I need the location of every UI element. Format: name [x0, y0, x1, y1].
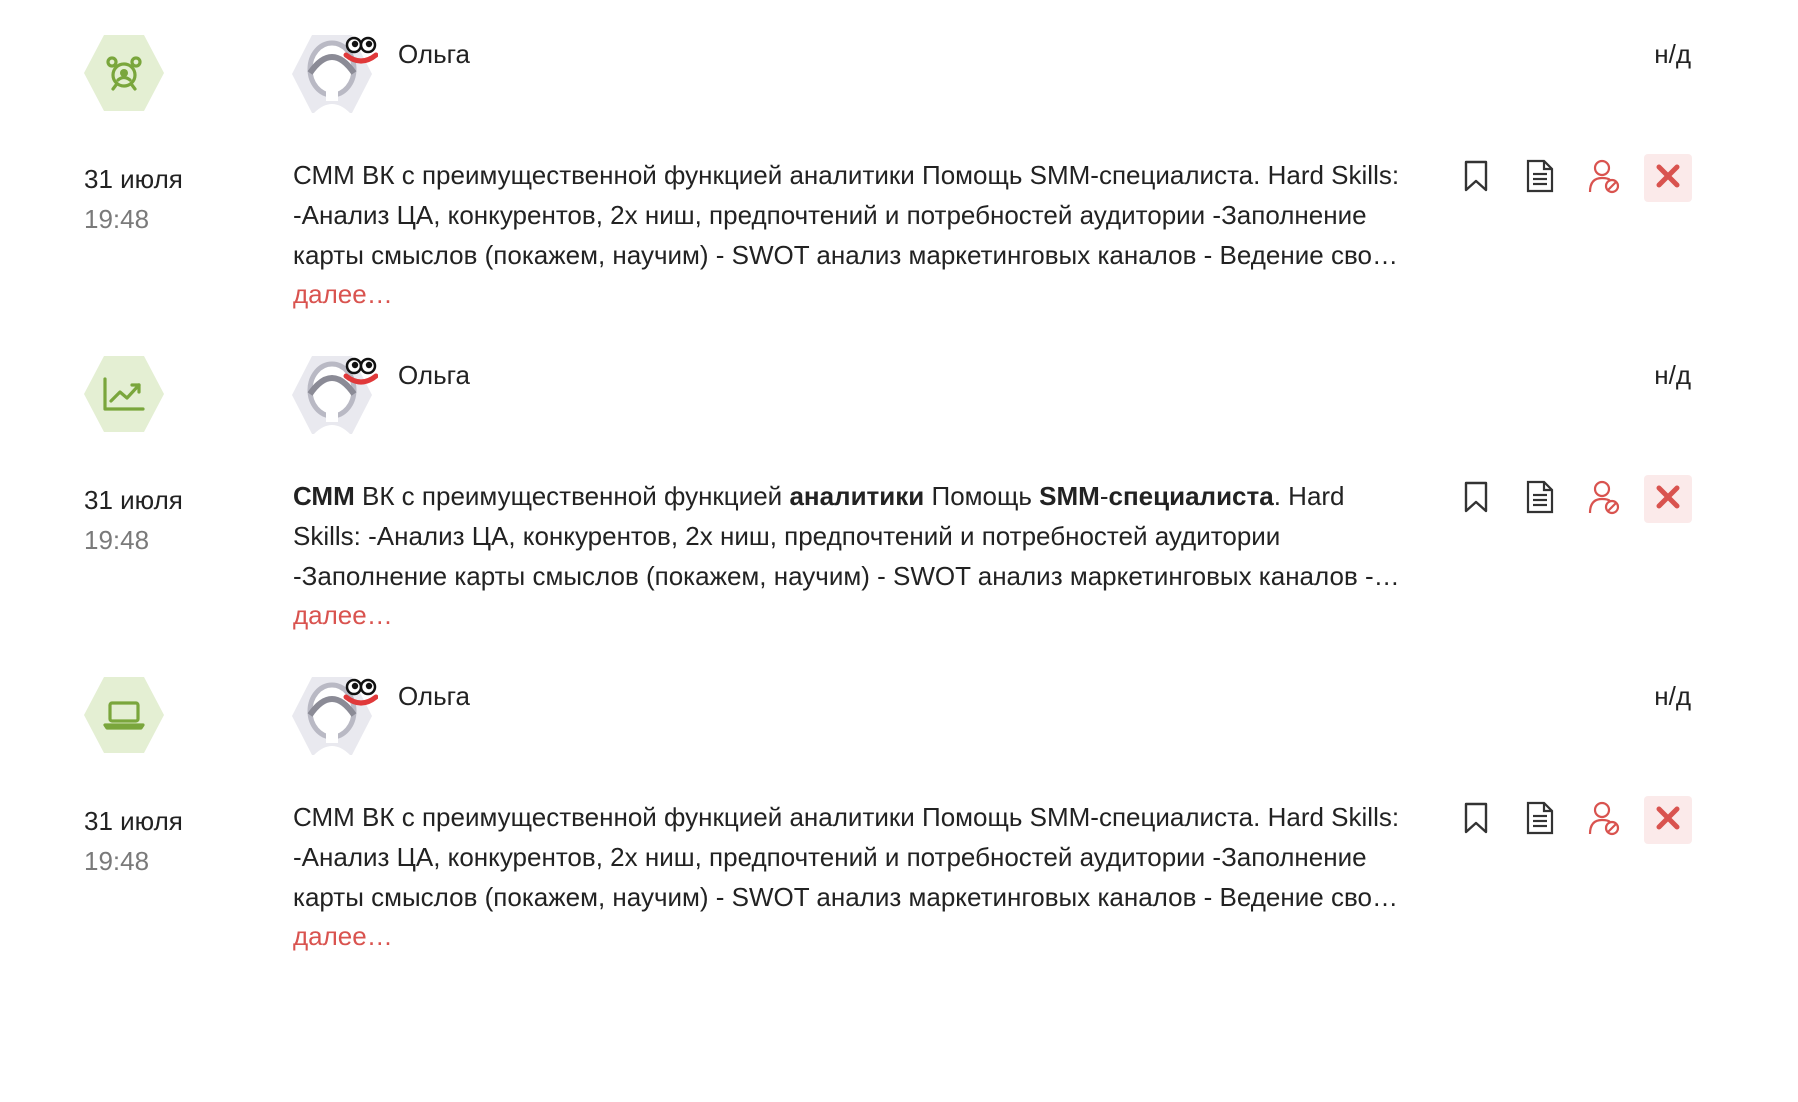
salary: н/д	[1654, 360, 1691, 390]
block-employer-icon	[1588, 158, 1620, 199]
action-bar	[1452, 796, 1692, 844]
date: 31 июля	[84, 485, 183, 515]
document-icon	[1525, 159, 1555, 198]
avatar[interactable]	[292, 33, 379, 115]
description-text: СММ ВК с преимущественной функцией анали…	[293, 802, 1400, 912]
document-button[interactable]	[1516, 475, 1564, 523]
description-text: ВК с преимущественной функцией	[354, 481, 790, 511]
block-employer-icon	[1588, 800, 1620, 841]
salary: н/д	[1654, 39, 1691, 69]
description-text: СММ ВК с преимущественной функцией анали…	[293, 160, 1400, 270]
time: 19:48	[84, 204, 150, 234]
document-button[interactable]	[1516, 154, 1564, 202]
close-icon	[1655, 805, 1681, 836]
block-employer-button[interactable]	[1580, 475, 1628, 523]
more-link[interactable]: далее…	[293, 918, 393, 954]
bookmark-button[interactable]	[1452, 154, 1500, 202]
close-icon	[1655, 163, 1681, 194]
salary: н/д	[1654, 681, 1691, 711]
author-name[interactable]: Ольга	[398, 359, 470, 391]
document-button[interactable]	[1516, 796, 1564, 844]
document-icon	[1525, 480, 1555, 519]
dismiss-button[interactable]	[1644, 475, 1692, 523]
author-name[interactable]: Ольга	[398, 38, 470, 70]
dismiss-button[interactable]	[1644, 154, 1692, 202]
description-text: -	[1099, 481, 1109, 511]
description-text: Помощь	[924, 481, 1040, 511]
bookmark-icon	[1462, 481, 1490, 518]
laptop-icon	[102, 693, 146, 737]
date: 31 июля	[84, 806, 183, 836]
highlighted-keyword: SMM	[1039, 481, 1100, 511]
trending-up-chart-icon	[102, 372, 146, 416]
dismiss-button[interactable]	[1644, 796, 1692, 844]
date: 31 июля	[84, 164, 183, 194]
category-badge	[84, 33, 164, 113]
vacancy-description[interactable]: СММ ВК с преимущественной функцией анали…	[293, 155, 1408, 275]
avatar[interactable]	[292, 354, 379, 436]
bookmark-icon	[1462, 160, 1490, 197]
block-employer-button[interactable]	[1580, 796, 1628, 844]
vacancy-card: Ольга н/д 31 июля 19:48 СММ ВК с преимущ…	[0, 642, 1798, 963]
time: 19:48	[84, 525, 150, 555]
document-icon	[1525, 801, 1555, 840]
block-employer-button[interactable]	[1580, 154, 1628, 202]
action-bar	[1452, 475, 1692, 523]
author-name[interactable]: Ольга	[398, 680, 470, 712]
highlighted-keyword: аналитики	[789, 481, 925, 511]
more-link[interactable]: далее…	[293, 276, 393, 312]
bookmark-button[interactable]	[1452, 475, 1500, 523]
avatar[interactable]	[292, 675, 379, 757]
time: 19:48	[84, 846, 150, 876]
block-employer-icon	[1588, 479, 1620, 520]
vacancy-description[interactable]: СММ ВК с преимущественной функцией анали…	[293, 476, 1408, 596]
bookmark-icon	[1462, 802, 1490, 839]
more-link[interactable]: далее…	[293, 597, 393, 633]
highlighted-keyword: специалиста	[1108, 481, 1274, 511]
close-icon	[1655, 484, 1681, 515]
bookmark-button[interactable]	[1452, 796, 1500, 844]
action-bar	[1452, 154, 1692, 202]
vacancy-description[interactable]: СММ ВК с преимущественной функцией анали…	[293, 797, 1408, 917]
category-badge	[84, 354, 164, 434]
highlighted-keyword: СММ	[293, 481, 355, 511]
vacancy-card: Ольга н/д 31 июля 19:48 СММ ВК с преимущ…	[0, 0, 1798, 321]
category-badge	[84, 675, 164, 755]
vacancy-card: Ольга н/д 31 июля 19:48 СММ ВК с преимущ…	[0, 321, 1798, 642]
alarm-clock-icon	[102, 51, 146, 95]
